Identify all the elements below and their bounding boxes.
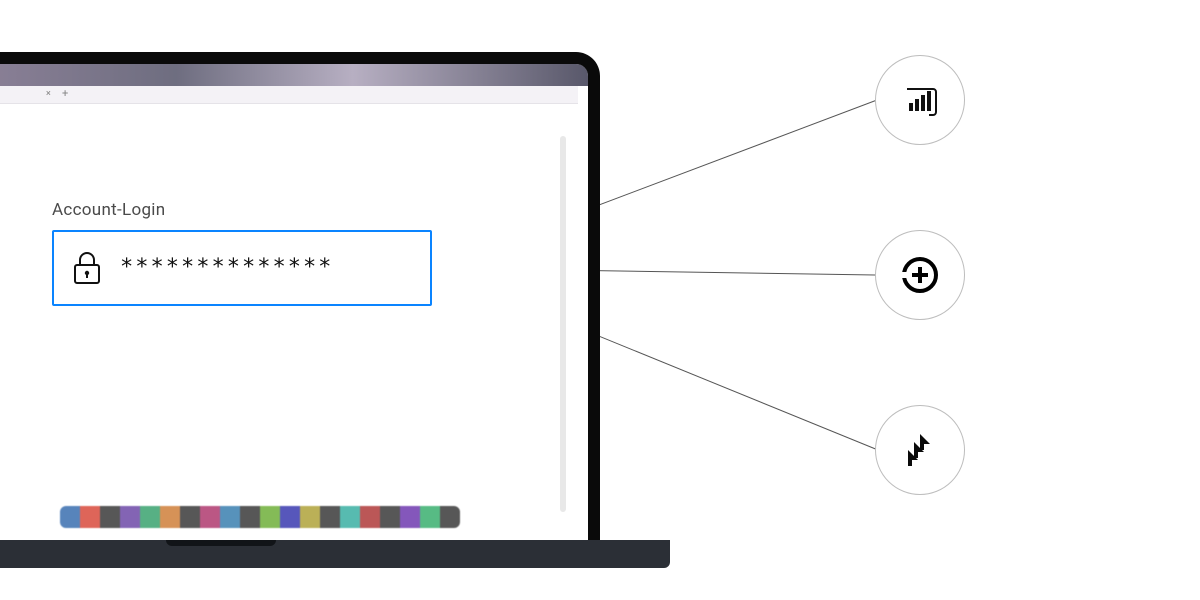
trackpad-notch [166,540,276,546]
browser-tab-bar: × + [0,86,578,104]
close-icon[interactable]: × [46,90,51,99]
new-tab-button[interactable]: + [62,88,68,99]
password-input[interactable]: ************** [52,230,432,306]
laptop-device: × + [0,52,670,582]
lock-icon [70,251,104,285]
jira-icon [900,430,940,470]
diagram-canvas: × + Account-Login ************** [0,0,1200,600]
browser-viewport [0,104,578,540]
password-masked-value: ************** [120,257,333,279]
login-label: Account-Login [52,200,165,220]
scrollbar[interactable] [560,136,566,512]
laptop-base [0,540,670,568]
service-node-jira[interactable] [875,405,965,495]
service-node-powerbi[interactable] [875,55,965,145]
powerbi-icon [899,79,941,121]
service-node-target-plus[interactable] [875,230,965,320]
target-plus-icon [898,253,942,297]
window-titlebar-gradient [0,64,588,86]
macos-dock [60,506,460,528]
